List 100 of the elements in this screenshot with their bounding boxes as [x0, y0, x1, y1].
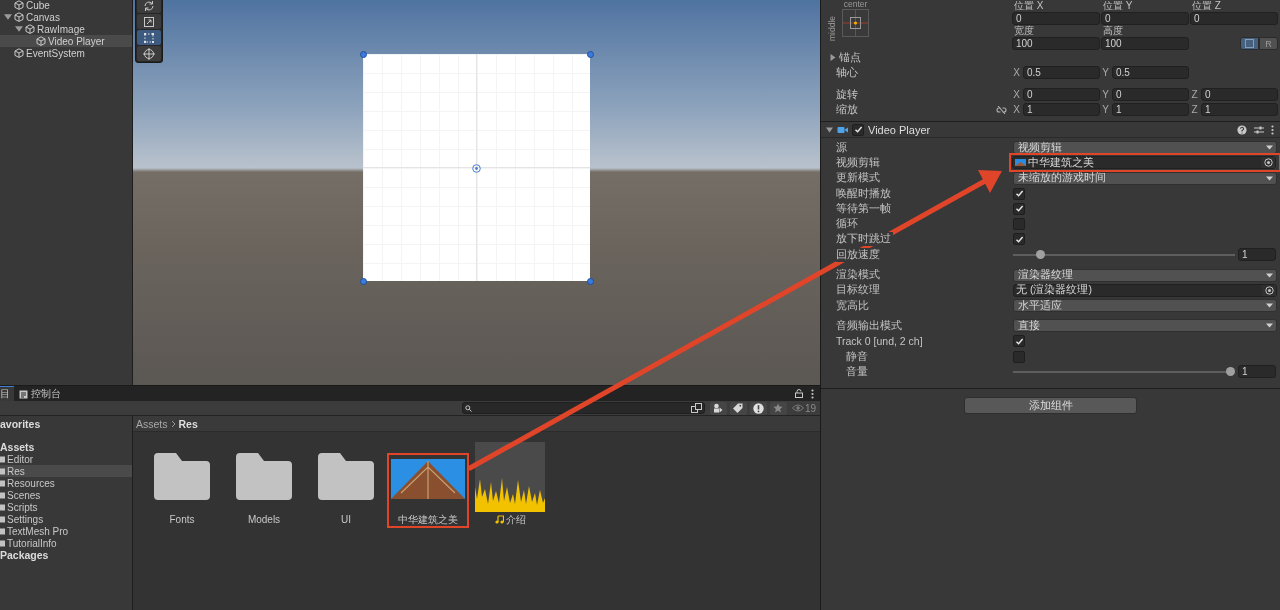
menu-icon [811, 388, 814, 399]
asset-item[interactable]: Models [223, 451, 305, 528]
folder-tree-item[interactable]: TextMesh Pro [0, 525, 132, 537]
resize-handle[interactable] [360, 278, 367, 285]
number-field[interactable]: 100 [1012, 37, 1100, 50]
property-label: 音频输出模式 [836, 318, 904, 333]
folder-tree-item[interactable]: Settings [0, 513, 132, 525]
number-field[interactable]: 0 [1201, 88, 1278, 101]
hierarchy-item[interactable]: Video Player [0, 35, 132, 47]
checkbox[interactable] [1013, 350, 1025, 363]
object-field[interactable]: 无 (渲染器纹理) [1013, 283, 1277, 297]
slider-thumb[interactable] [1036, 250, 1046, 260]
hierarchy-item[interactable]: EventSystem [0, 47, 132, 59]
component-title: Video Player [868, 123, 931, 136]
tree-section[interactable]: avorites [0, 418, 132, 430]
component-header[interactable]: Video Player [821, 122, 1280, 138]
checkbox[interactable] [852, 123, 864, 136]
tab[interactable]: 控制台 [14, 386, 66, 401]
number-field[interactable]: 100 [1101, 37, 1189, 50]
tree-section[interactable]: Assets [0, 441, 132, 453]
check-icon [1014, 336, 1024, 346]
video-clip-icon [1015, 159, 1026, 167]
axis-label: X [1012, 67, 1021, 78]
property-label: 唤醒时播放 [836, 186, 893, 201]
number-field[interactable]: 0 [1190, 12, 1278, 25]
property-label: 循环 [836, 217, 860, 232]
slider-thumb[interactable] [1226, 367, 1235, 377]
axis-label: X [1012, 104, 1021, 115]
checkbox[interactable] [1013, 233, 1025, 246]
video-camera-icon [837, 125, 848, 134]
property-label: 静音 [846, 349, 870, 364]
property-label: 等待第一帧 [836, 201, 893, 216]
folder-tree-item[interactable]: Editor [0, 453, 132, 465]
number-field[interactable]: 0.5 [1112, 66, 1189, 79]
dropdown[interactable]: 渲染器纹理 [1013, 268, 1277, 282]
checkbox[interactable] [1013, 335, 1025, 348]
rotate-icon [143, 0, 155, 12]
field-label: 宽度 [1013, 25, 1035, 36]
number-field[interactable]: 0.5 [1023, 66, 1100, 79]
folder-tree-item[interactable]: Scenes [0, 489, 132, 501]
filter-by-type-button[interactable] [709, 401, 727, 415]
asset-item[interactable]: 中华建筑之美 [387, 453, 469, 528]
tool-button[interactable] [137, 46, 161, 61]
tool-button[interactable] [137, 30, 161, 45]
property-label: 放下时跳过 [836, 232, 893, 247]
log-filter-button[interactable] [749, 401, 767, 415]
folder-tree-item[interactable]: Scripts [0, 501, 132, 513]
number-field[interactable]: 0 [1101, 12, 1189, 25]
hierarchy-item[interactable]: Canvas [0, 11, 132, 23]
breadcrumb-item[interactable]: Assets [136, 417, 168, 430]
tool-button[interactable] [137, 0, 161, 13]
tab[interactable]: 目 [0, 386, 14, 401]
axis-label: Z [1190, 104, 1199, 115]
scale-icon [143, 15, 155, 28]
resize-handle[interactable] [587, 278, 594, 285]
folder-tree-item[interactable]: Resources [0, 477, 132, 489]
hierarchy-item[interactable]: RawImage [0, 23, 132, 35]
filter-by-label-button[interactable] [729, 401, 747, 415]
property-label: 宽高比 [836, 298, 871, 313]
search-icon [464, 404, 472, 412]
object-field[interactable]: 中华建筑之美 [1012, 156, 1276, 170]
dropdown[interactable]: 直接 [1013, 319, 1277, 333]
scene-view[interactable] [133, 0, 820, 385]
number-field[interactable]: 1 [1112, 103, 1189, 116]
axis-label: X [1012, 89, 1021, 100]
asset-item[interactable]: UI [305, 451, 387, 528]
anchor-preset-button[interactable] [842, 9, 869, 40]
shapes-icon [713, 403, 724, 413]
search-field[interactable] [461, 402, 705, 414]
folder-tree-item[interactable]: Res [0, 465, 132, 477]
property-label: 更新模式 [836, 171, 882, 186]
asset-item[interactable]: Fonts [141, 451, 223, 528]
add-component-button[interactable]: 添加组件 [964, 397, 1137, 415]
field-label: 位置 Z [1191, 0, 1222, 11]
asset-item[interactable]: 介绍 [469, 440, 551, 528]
blueprint-mode-button[interactable] [1240, 37, 1259, 50]
resize-handle[interactable] [587, 51, 594, 58]
dropdown[interactable]: 水平适应 [1013, 299, 1277, 313]
caret-icon [1266, 303, 1273, 309]
property-label: 渲染模式 [836, 268, 882, 282]
property-label: 回放速度 [836, 247, 882, 262]
breadcrumb-item[interactable]: Res [178, 417, 198, 430]
resize-handle[interactable] [360, 51, 367, 58]
object-picker-button[interactable] [1261, 157, 1275, 169]
checkbox[interactable] [1013, 187, 1025, 200]
tree-section[interactable]: Packages [0, 549, 132, 561]
number-field[interactable]: 1 [1238, 365, 1276, 379]
folder-tree-item[interactable]: TutorialInfo [0, 537, 132, 549]
number-field[interactable]: 0 [1023, 88, 1100, 101]
number-field[interactable]: 1 [1238, 248, 1276, 262]
number-field[interactable]: 0 [1012, 12, 1100, 25]
number-field[interactable]: 1 [1023, 103, 1100, 116]
number-field[interactable]: 0 [1112, 88, 1189, 101]
number-field[interactable]: 1 [1201, 103, 1278, 116]
checkbox[interactable] [1013, 202, 1025, 215]
property-label: Track 0 [und, 2 ch] [836, 335, 925, 348]
checkbox[interactable] [1013, 218, 1025, 231]
hierarchy-item[interactable]: Cube [0, 0, 132, 11]
tool-button[interactable] [137, 14, 161, 29]
object-picker-button[interactable] [1262, 284, 1276, 296]
